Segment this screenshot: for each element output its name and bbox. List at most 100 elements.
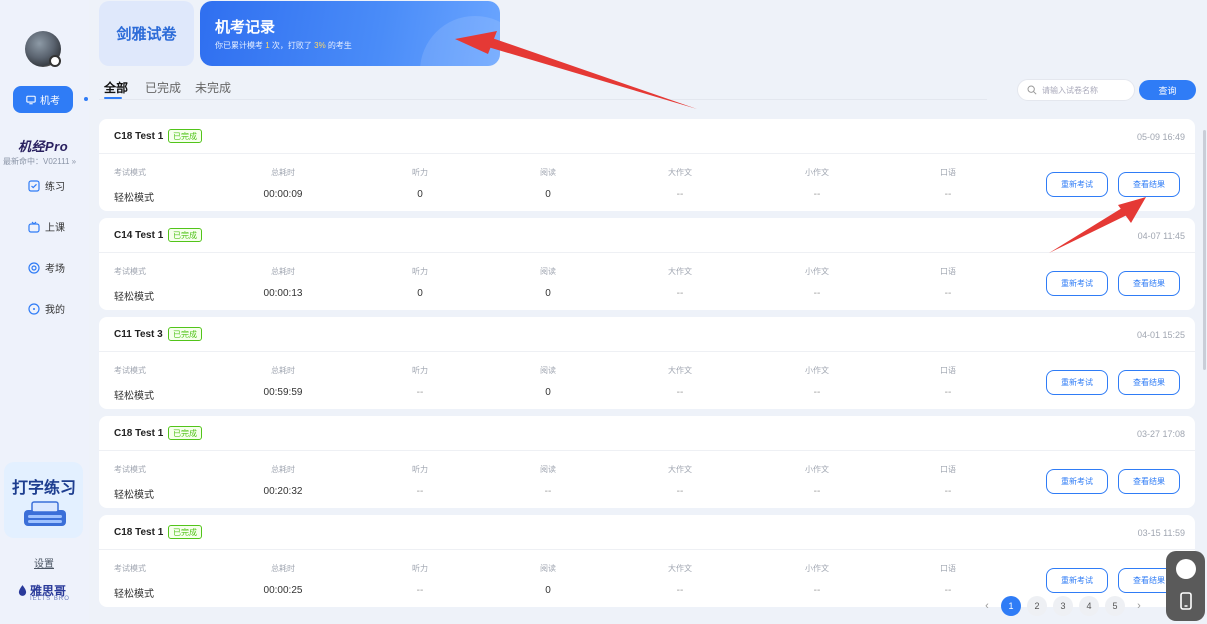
column-header: 口语 bbox=[940, 267, 956, 276]
column-value: 00:00:13 bbox=[263, 288, 303, 299]
filter-incomplete[interactable]: 未完成 bbox=[195, 79, 231, 96]
tab-machine-exam-records[interactable]: 机考记录 你已累计模考 1 次，打败了 3% 的考生 bbox=[200, 1, 500, 66]
column-header: 阅读 bbox=[540, 465, 556, 474]
column-header: 口语 bbox=[940, 168, 956, 177]
nav-item-label: 考场 bbox=[45, 264, 65, 275]
retake-exam-button[interactable]: 重新考试 bbox=[1046, 172, 1108, 197]
record-timestamp: 04-01 15:25 bbox=[1136, 330, 1185, 340]
nav-item-label: 练习 bbox=[45, 182, 65, 193]
filter-completed[interactable]: 已完成 bbox=[145, 79, 181, 96]
column-value: 轻松模式 bbox=[114, 589, 154, 600]
view-result-button[interactable]: 查看结果 bbox=[1118, 172, 1180, 197]
column-header: 口语 bbox=[940, 465, 956, 474]
record-timestamp: 04-07 11:45 bbox=[1137, 231, 1185, 241]
column-header: 大作文 bbox=[668, 564, 692, 573]
column-header: 总耗时 bbox=[271, 465, 295, 474]
column-value: -- bbox=[813, 288, 821, 299]
column-value: -- bbox=[944, 387, 952, 398]
nav-item-profile[interactable]: 我的 bbox=[28, 301, 65, 316]
scrollbar[interactable] bbox=[1203, 130, 1206, 370]
sidebar: 机考 机经Pro 最新命中：V02111 » 练习 上课 考场 我的 打字练习 … bbox=[0, 0, 89, 624]
page-button[interactable]: 2 bbox=[1027, 596, 1047, 616]
column-value: -- bbox=[416, 486, 424, 497]
column-header: 口语 bbox=[940, 366, 956, 375]
column-value: -- bbox=[813, 486, 821, 497]
mobile-icon[interactable] bbox=[1176, 591, 1196, 611]
column-header: 阅读 bbox=[540, 267, 556, 276]
view-result-button[interactable]: 查看结果 bbox=[1118, 271, 1180, 296]
nav-item-label: 上课 bbox=[45, 223, 65, 234]
brand-subtitle: IELTS BRO bbox=[30, 596, 70, 602]
column-header: 大作文 bbox=[668, 465, 692, 474]
column-header: 听力 bbox=[412, 168, 428, 177]
search-box[interactable] bbox=[1017, 79, 1135, 101]
page-button[interactable]: 5 bbox=[1105, 596, 1125, 616]
retake-exam-button[interactable]: 重新考试 bbox=[1046, 469, 1108, 494]
search-input[interactable] bbox=[1042, 85, 1132, 95]
record-divider bbox=[99, 549, 1195, 550]
nav-item-label: 机考 bbox=[40, 96, 60, 107]
tab-subtitle: 你已累计模考 1 次，打败了 3% 的考生 bbox=[215, 41, 352, 50]
page-button[interactable]: 1 bbox=[1001, 596, 1021, 616]
column-header: 口语 bbox=[940, 564, 956, 573]
column-value: -- bbox=[813, 585, 821, 596]
tab-cambridge-papers[interactable]: 剑雅试卷 bbox=[99, 1, 194, 66]
status-badge: 已完成 bbox=[168, 327, 202, 341]
page-button[interactable]: 3 bbox=[1053, 596, 1073, 616]
record-card: C11 Test 3 已完成 04-01 15:25 考试模式 轻松模式 总耗时 00:59… bbox=[99, 317, 1195, 409]
column-value: -- bbox=[676, 189, 684, 200]
column-value: 00:00:09 bbox=[263, 189, 303, 200]
typing-practice-card[interactable]: 打字练习 bbox=[4, 462, 83, 538]
retake-exam-button[interactable]: 重新考试 bbox=[1046, 271, 1108, 296]
column-value: -- bbox=[676, 486, 684, 497]
column-value: -- bbox=[944, 189, 952, 200]
nav-item-machine-exam[interactable]: 机考 bbox=[13, 86, 73, 113]
column-header: 总耗时 bbox=[271, 564, 295, 573]
monitor-icon bbox=[26, 95, 36, 104]
filter-all[interactable]: 全部 bbox=[104, 79, 128, 96]
pro-logo[interactable]: 机经Pro bbox=[18, 136, 68, 155]
column-header: 小作文 bbox=[805, 267, 829, 276]
search-button[interactable]: 查询 bbox=[1139, 80, 1196, 100]
column-value: -- bbox=[813, 387, 821, 398]
typewriter-icon bbox=[24, 501, 66, 526]
column-header: 考试模式 bbox=[114, 168, 146, 177]
view-result-button[interactable]: 查看结果 bbox=[1118, 370, 1180, 395]
record-title: C14 Test 1 bbox=[114, 230, 164, 241]
nav-item-class[interactable]: 上课 bbox=[28, 219, 65, 234]
column-header: 大作文 bbox=[668, 168, 692, 177]
column-header: 听力 bbox=[412, 465, 428, 474]
next-page-button[interactable]: › bbox=[1133, 596, 1145, 616]
record-title: C18 Test 1 bbox=[114, 428, 164, 439]
column-header: 大作文 bbox=[668, 267, 692, 276]
customer-service-icon[interactable] bbox=[1176, 559, 1196, 579]
column-header: 总耗时 bbox=[271, 366, 295, 375]
column-header: 总耗时 bbox=[271, 267, 295, 276]
column-value: -- bbox=[676, 585, 684, 596]
floating-widget bbox=[1166, 551, 1205, 621]
record-card: C14 Test 1 已完成 04-07 11:45 考试模式 轻松模式 总耗时 00:00… bbox=[99, 218, 1195, 310]
record-timestamp: 03-27 17:08 bbox=[1136, 429, 1185, 439]
column-value: 0 bbox=[417, 288, 423, 299]
column-value: -- bbox=[544, 486, 552, 497]
prev-page-button[interactable]: ‹ bbox=[981, 596, 993, 616]
nav-item-practice[interactable]: 练习 bbox=[28, 178, 65, 193]
view-result-button[interactable]: 查看结果 bbox=[1118, 469, 1180, 494]
nav-item-exam-room[interactable]: 考场 bbox=[28, 260, 65, 275]
active-indicator bbox=[84, 97, 88, 101]
practice-icon bbox=[28, 179, 40, 192]
version-link[interactable]: 最新命中：V02111 » bbox=[3, 156, 76, 167]
column-value: 0 bbox=[545, 189, 551, 200]
status-badge: 已完成 bbox=[168, 426, 202, 440]
settings-link[interactable]: 设置 bbox=[34, 555, 54, 570]
retake-exam-button[interactable]: 重新考试 bbox=[1046, 370, 1108, 395]
column-value: 00:20:32 bbox=[263, 486, 303, 497]
filter-divider bbox=[99, 99, 987, 100]
retake-exam-button[interactable]: 重新考试 bbox=[1046, 568, 1108, 593]
avatar-badge-icon bbox=[49, 55, 61, 67]
page-button[interactable]: 4 bbox=[1079, 596, 1099, 616]
column-header: 大作文 bbox=[668, 366, 692, 375]
column-value: 轻松模式 bbox=[114, 490, 154, 501]
column-header: 小作文 bbox=[805, 168, 829, 177]
tab-title: 机考记录 bbox=[215, 19, 276, 36]
